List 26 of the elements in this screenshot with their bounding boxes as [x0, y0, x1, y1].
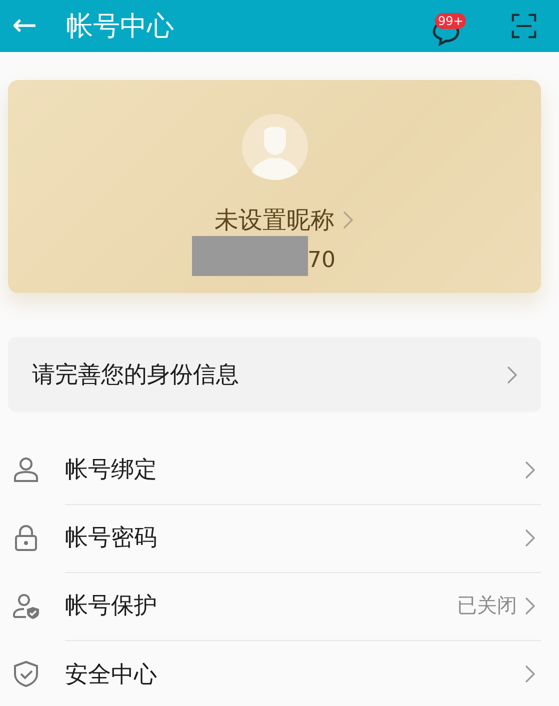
person-shield-icon	[12, 592, 40, 620]
chevron-icon	[525, 596, 535, 614]
scan-icon[interactable]	[511, 13, 537, 39]
nickname-link[interactable]: 未设置昵称	[214, 204, 352, 236]
item-label: 安全中心	[65, 660, 158, 690]
chevron-icon	[525, 665, 535, 683]
settings-item[interactable]: 帐号密码	[0, 504, 559, 572]
identity-info-row[interactable]: 请完善您的身份信息	[8, 337, 541, 412]
status-text: 已关闭	[457, 592, 517, 619]
chevron-icon	[525, 460, 535, 478]
chevron-icon	[525, 528, 535, 546]
item-label: 帐号保护	[65, 592, 158, 621]
settings-item[interactable]: 帐号保护 已关闭	[0, 572, 559, 640]
item-label: 帐号绑定	[65, 456, 158, 485]
padlock-icon	[12, 524, 40, 552]
messages-button[interactable]: 99+	[431, 6, 471, 46]
settings-item[interactable]: 安全中心	[0, 640, 559, 706]
chevron-icon	[342, 211, 352, 229]
person-icon	[12, 456, 40, 484]
unread-badge: 99+	[435, 13, 466, 30]
account-number: 70	[308, 247, 336, 275]
item-label: 帐号密码	[65, 524, 158, 553]
shield-check-icon	[12, 660, 40, 688]
chevron-icon	[507, 366, 517, 384]
settings-item[interactable]: 帐号绑定	[0, 436, 559, 504]
page-title: 帐号中心	[66, 10, 175, 44]
